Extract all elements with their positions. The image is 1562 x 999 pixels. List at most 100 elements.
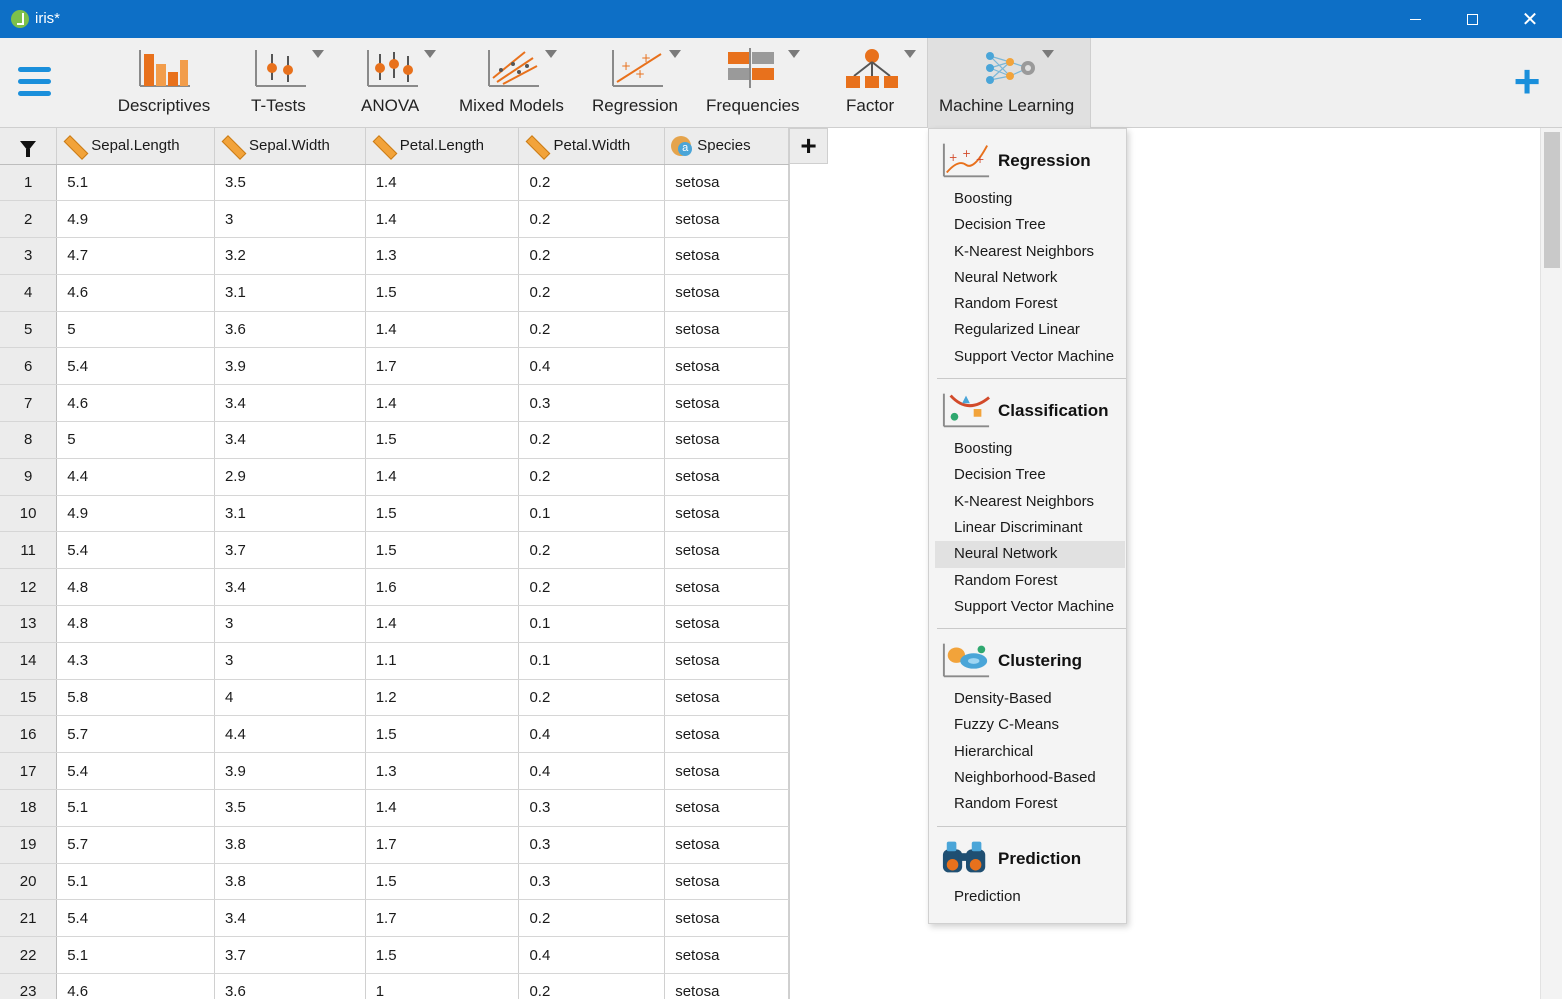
menu-item-clustering-density-based[interactable]: Density-Based xyxy=(935,686,1125,712)
table-cell[interactable]: 5 xyxy=(56,421,215,459)
menu-item-clustering-fuzzy-c-means[interactable]: Fuzzy C-Means xyxy=(935,712,1125,738)
table-cell[interactable]: 3 xyxy=(214,200,366,239)
table-cell[interactable]: 3.8 xyxy=(214,826,366,864)
table-cell[interactable]: setosa xyxy=(664,715,789,754)
table-cell[interactable]: 0.4 xyxy=(518,715,666,754)
table-cell[interactable]: setosa xyxy=(664,458,789,496)
row-number[interactable]: 14 xyxy=(0,642,58,680)
menu-item-prediction-prediction[interactable]: Prediction xyxy=(935,884,1125,910)
table-cell[interactable]: 3.9 xyxy=(214,752,366,791)
table-cell[interactable]: 0.4 xyxy=(518,347,666,386)
column-header[interactable]: Sepal.Width xyxy=(214,128,366,165)
table-cell[interactable]: 1.5 xyxy=(365,421,520,459)
table-cell[interactable]: 3.6 xyxy=(214,973,366,999)
table-cell[interactable]: 1.4 xyxy=(365,384,520,423)
table-cell[interactable]: 3.8 xyxy=(214,863,366,901)
table-cell[interactable]: 4.6 xyxy=(56,973,215,999)
table-cell[interactable]: setosa xyxy=(664,495,789,533)
table-cell[interactable]: setosa xyxy=(664,936,789,975)
table-cell[interactable]: 1.4 xyxy=(365,311,520,349)
table-cell[interactable]: 4.9 xyxy=(56,200,215,239)
table-cell[interactable]: setosa xyxy=(664,973,789,999)
table-cell[interactable]: 1.4 xyxy=(365,789,520,827)
table-cell[interactable]: 5.4 xyxy=(56,347,215,386)
table-cell[interactable]: 4.9 xyxy=(56,495,215,533)
table-cell[interactable]: 0.2 xyxy=(518,899,666,938)
table-cell[interactable]: setosa xyxy=(664,531,789,570)
row-number[interactable]: 13 xyxy=(0,605,58,643)
table-cell[interactable]: 1.5 xyxy=(365,715,520,754)
table-cell[interactable]: 1.2 xyxy=(365,679,520,717)
table-cell[interactable]: 1.7 xyxy=(365,899,520,938)
table-cell[interactable]: 0.3 xyxy=(518,384,666,423)
menu-item-regression-boosting[interactable]: Boosting xyxy=(935,186,1125,212)
table-cell[interactable]: setosa xyxy=(664,789,789,827)
row-number[interactable]: 18 xyxy=(0,789,58,827)
table-cell[interactable]: 4 xyxy=(214,679,366,717)
menu-item-classification-boosting[interactable]: Boosting xyxy=(935,436,1125,462)
table-cell[interactable]: 1 xyxy=(365,973,520,999)
table-cell[interactable]: 5.8 xyxy=(56,679,215,717)
table-cell[interactable]: 3.7 xyxy=(214,936,366,975)
menu-item-clustering-random-forest[interactable]: Random Forest xyxy=(935,791,1125,817)
table-cell[interactable]: 3.5 xyxy=(214,789,366,827)
table-cell[interactable]: setosa xyxy=(664,899,789,938)
filter-column-header[interactable] xyxy=(0,128,58,165)
menu-item-classification-decision-tree[interactable]: Decision Tree xyxy=(935,462,1125,488)
table-cell[interactable]: 1.4 xyxy=(365,458,520,496)
table-cell[interactable]: setosa xyxy=(664,347,789,386)
row-number[interactable]: 1 xyxy=(0,164,58,202)
table-cell[interactable]: 0.1 xyxy=(518,495,666,533)
table-cell[interactable]: 0.2 xyxy=(518,973,666,999)
add-module-plus-icon[interactable]: + xyxy=(1507,58,1547,104)
table-cell[interactable]: setosa xyxy=(664,605,789,643)
table-cell[interactable]: setosa xyxy=(664,311,789,349)
menu-item-classification-linear-discriminant[interactable]: Linear Discriminant xyxy=(935,515,1125,541)
table-cell[interactable]: 0.2 xyxy=(518,200,666,239)
table-cell[interactable]: 1.5 xyxy=(365,531,520,570)
table-cell[interactable]: 3.6 xyxy=(214,311,366,349)
table-cell[interactable]: 4.6 xyxy=(56,274,215,312)
ribbon-descriptives[interactable]: Descriptives xyxy=(112,38,216,128)
ribbon-mixed-models[interactable]: Mixed Models xyxy=(455,38,573,128)
table-cell[interactable]: 3.1 xyxy=(214,274,366,312)
table-cell[interactable]: setosa xyxy=(664,237,789,275)
table-cell[interactable]: 3.4 xyxy=(214,421,366,459)
table-cell[interactable]: 5.1 xyxy=(56,164,215,202)
row-number[interactable]: 6 xyxy=(0,347,58,386)
maximize-button[interactable] xyxy=(1443,0,1501,38)
menu-item-regression-support-vector-machine[interactable]: Support Vector Machine xyxy=(935,344,1125,370)
table-cell[interactable]: setosa xyxy=(664,568,789,607)
menu-item-clustering-hierarchical[interactable]: Hierarchical xyxy=(935,739,1125,765)
table-cell[interactable]: 2.9 xyxy=(214,458,366,496)
ribbon-factor[interactable]: Factor xyxy=(838,38,918,128)
ribbon-frequencies[interactable]: Frequencies xyxy=(704,38,808,128)
close-button[interactable]: ✕ xyxy=(1501,0,1559,38)
minimize-button[interactable] xyxy=(1386,0,1444,38)
table-cell[interactable]: 0.1 xyxy=(518,605,666,643)
row-number[interactable]: 4 xyxy=(0,274,58,312)
table-cell[interactable]: 0.3 xyxy=(518,789,666,827)
menu-item-regression-neural-network[interactable]: Neural Network xyxy=(935,265,1125,291)
table-cell[interactable]: 3.2 xyxy=(214,237,366,275)
table-cell[interactable]: setosa xyxy=(664,421,789,459)
table-cell[interactable]: 5.1 xyxy=(56,789,215,827)
table-cell[interactable]: 4.3 xyxy=(56,642,215,680)
vertical-scrollbar[interactable] xyxy=(1540,128,1562,999)
table-cell[interactable]: 3.4 xyxy=(214,899,366,938)
ribbon-regression[interactable]: + + + Regression xyxy=(589,38,685,128)
table-cell[interactable]: 3.1 xyxy=(214,495,366,533)
table-cell[interactable]: 4.8 xyxy=(56,605,215,643)
table-cell[interactable]: 3.4 xyxy=(214,568,366,607)
table-cell[interactable]: 0.3 xyxy=(518,826,666,864)
row-number[interactable]: 5 xyxy=(0,311,58,349)
table-cell[interactable]: 3.4 xyxy=(214,384,366,423)
table-cell[interactable]: 5.7 xyxy=(56,826,215,864)
table-cell[interactable]: 5 xyxy=(56,311,215,349)
table-cell[interactable]: 1.5 xyxy=(365,936,520,975)
table-cell[interactable]: setosa xyxy=(664,826,789,864)
row-number[interactable]: 20 xyxy=(0,863,58,901)
table-cell[interactable]: 0.2 xyxy=(518,531,666,570)
table-cell[interactable]: 4.4 xyxy=(56,458,215,496)
table-cell[interactable]: 1.3 xyxy=(365,237,520,275)
